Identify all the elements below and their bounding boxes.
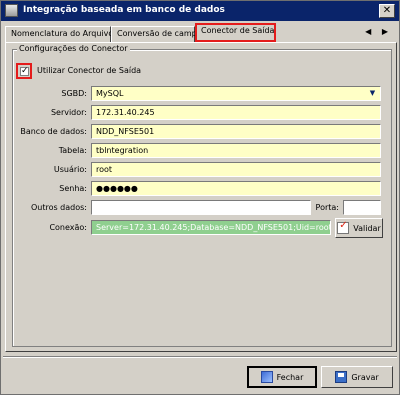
outros-label: Outros dados: — [30, 203, 87, 212]
window-title: Integração baseada em banco de dados — [23, 5, 225, 15]
outros-input[interactable] — [91, 200, 311, 215]
tab-conversao[interactable]: Conversão de campos — [111, 26, 206, 42]
exit-icon — [260, 371, 273, 383]
conexao-field: Server=172.31.40.245;Database=NDD_NFSE50… — [91, 220, 331, 235]
use-connector-highlight: ✓ — [16, 63, 32, 79]
tab-scroll-arrows[interactable]: ◀ ▶ — [365, 27, 392, 36]
fechar-label: Fechar — [276, 372, 304, 382]
conexao-label: Conexão: — [49, 223, 87, 232]
sgbd-label: SGBD: — [61, 89, 87, 98]
usuario-input[interactable]: root — [91, 162, 381, 177]
title-bar[interactable]: Integração baseada em banco de dados ✕ — [1, 1, 399, 21]
tab-conector-saida[interactable]: Conector de Saída — [195, 23, 276, 42]
fechar-button[interactable]: Fechar — [247, 366, 317, 388]
connector-settings-group: Configurações do Conector ✓ Utilizar Con… — [12, 44, 392, 347]
servidor-input[interactable]: 172.31.40.245 — [91, 105, 381, 120]
use-connector-checkbox[interactable]: ✓ — [20, 67, 29, 76]
gravar-button[interactable]: Gravar — [321, 366, 393, 388]
sgbd-value: MySQL — [96, 89, 124, 98]
banco-input[interactable]: NDD_NFSE501 — [91, 124, 381, 139]
app-icon — [5, 4, 18, 17]
tab-panel: Configurações do Conector ✓ Utilizar Con… — [5, 42, 397, 352]
footer-separator — [3, 356, 397, 358]
porta-label: Porta: — [315, 203, 339, 212]
porta-input[interactable] — [343, 200, 381, 215]
use-connector-label[interactable]: Utilizar Conector de Saída — [37, 66, 141, 75]
check-document-icon — [337, 220, 350, 234]
tab-strip: Nomenclatura do Arquivo Conversão de cam… — [4, 23, 398, 42]
chevron-down-icon[interactable]: ▼ — [367, 88, 378, 99]
tabela-label: Tabela: — [58, 146, 87, 155]
senha-input[interactable]: ●●●●●● — [91, 181, 381, 196]
senha-label: Senha: — [59, 184, 87, 193]
validar-button[interactable]: Validar — [335, 218, 383, 238]
tabela-input[interactable]: tblntegration — [91, 143, 381, 158]
tab-nomenclatura[interactable]: Nomenclatura do Arquivo — [5, 26, 113, 42]
close-button[interactable]: ✕ — [379, 4, 395, 18]
validar-label: Validar — [353, 223, 381, 233]
app-window: Integração baseada em banco de dados ✕ N… — [0, 0, 400, 395]
sgbd-select[interactable]: MySQL ▼ — [91, 86, 381, 101]
gravar-label: Gravar — [351, 372, 379, 382]
servidor-label: Servidor: — [50, 108, 87, 117]
banco-label: Banco de dados: — [20, 127, 87, 136]
save-icon — [335, 371, 348, 383]
group-title: Configurações do Conector — [17, 44, 130, 53]
usuario-label: Usuário: — [53, 165, 87, 174]
